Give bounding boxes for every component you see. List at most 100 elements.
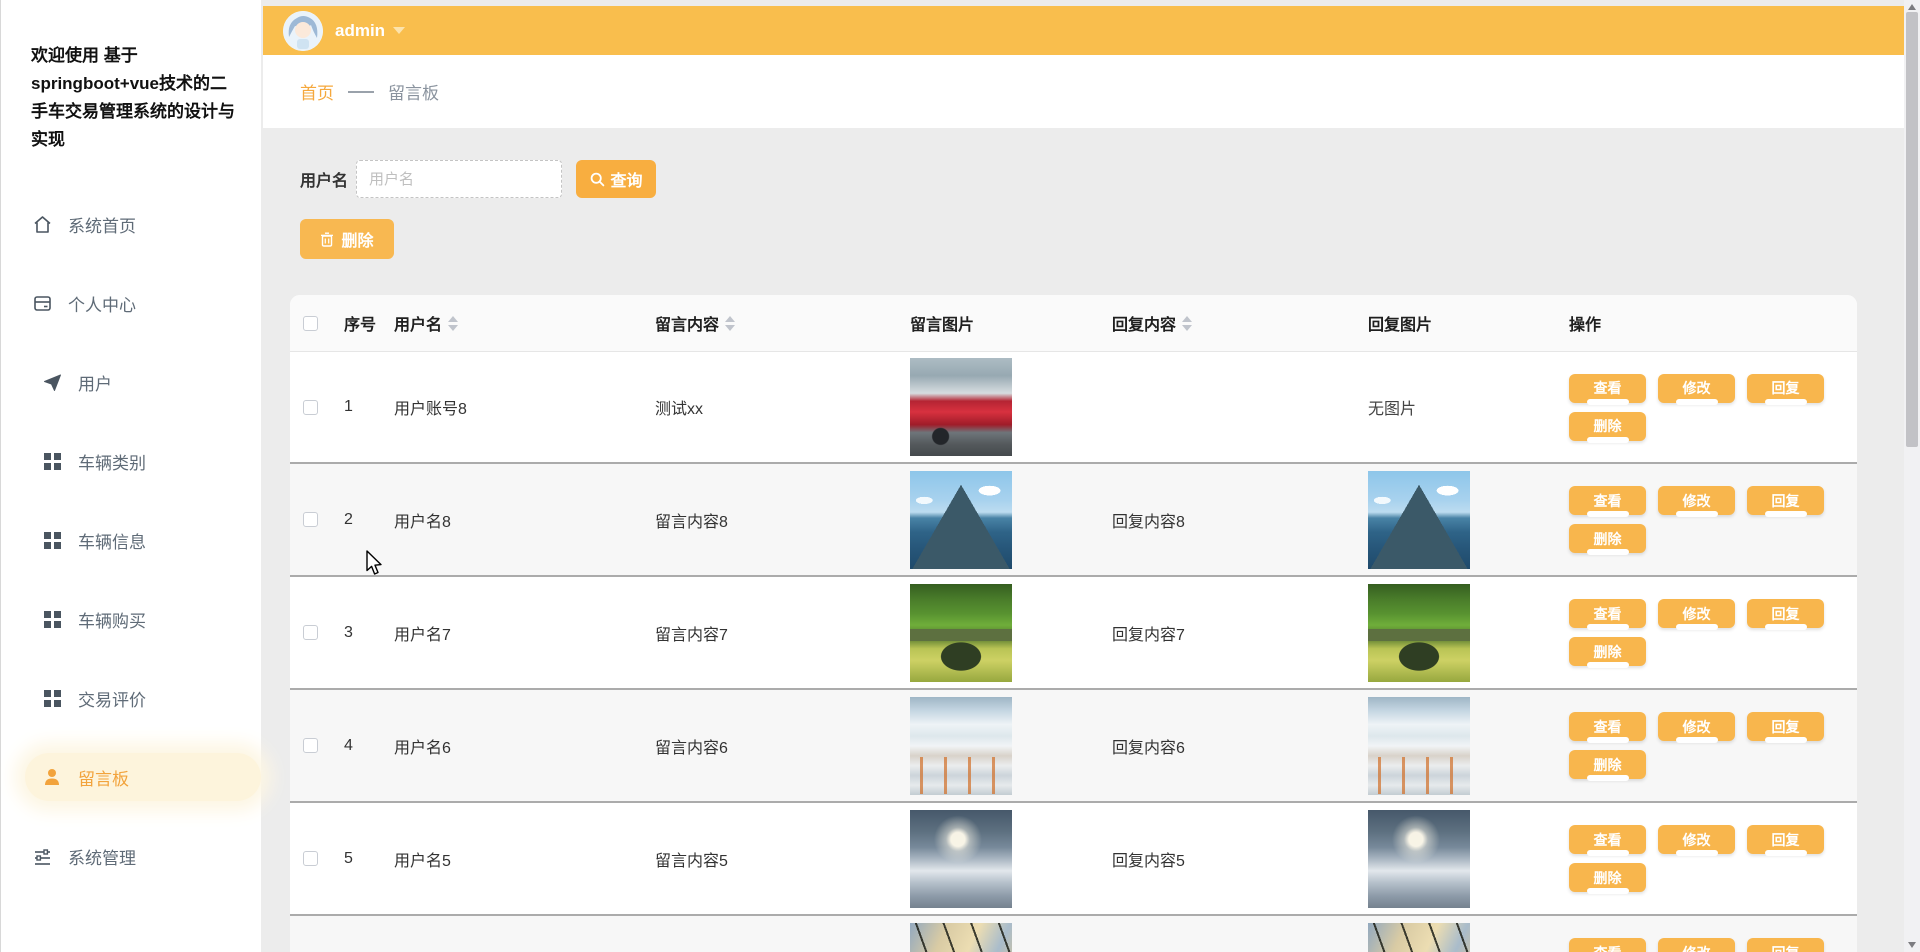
main-area: admin 首页 留言板 用户名 查询 — [261, 0, 1904, 952]
table-row: 查看修改回复删除 — [290, 914, 1857, 952]
row-message-content: 测试xx — [640, 352, 895, 462]
sidebar-item-1[interactable]: 个人中心 — [1, 279, 261, 327]
send-icon — [41, 371, 63, 393]
row-message-content: 留言内容5 — [640, 803, 895, 914]
message-image — [910, 810, 1012, 908]
username: admin — [335, 21, 385, 41]
scroll-up-icon[interactable] — [1908, 4, 1916, 10]
delete-button[interactable]: 删除 — [1569, 863, 1646, 892]
view-button[interactable]: 查看 — [1569, 825, 1646, 854]
reply-button[interactable]: 回复 — [1747, 599, 1824, 628]
sidebar-item-5[interactable]: 车辆购买 — [1, 595, 261, 643]
view-button[interactable]: 查看 — [1569, 938, 1646, 952]
edit-button[interactable]: 修改 — [1658, 374, 1735, 403]
reply-image — [1368, 584, 1470, 682]
row-checkbox[interactable] — [303, 512, 318, 527]
reply-button[interactable]: 回复 — [1747, 374, 1824, 403]
row-index: 4 — [330, 690, 380, 801]
view-button[interactable]: 查看 — [1569, 486, 1646, 515]
sidebar-item-label: 系统管理 — [68, 844, 136, 869]
scrollbar-thumb[interactable] — [1906, 12, 1918, 447]
row-message-content: 留言内容8 — [640, 464, 895, 575]
column-header: 用户名 — [380, 295, 640, 351]
reply-image — [1368, 697, 1470, 795]
sidebar-item-7[interactable]: 留言板 — [25, 753, 261, 801]
row-index — [330, 916, 380, 952]
search-label: 用户名 — [300, 167, 348, 191]
row-username: 用户名7 — [380, 577, 640, 688]
row-checkbox[interactable] — [303, 738, 318, 753]
table-row: 1用户账号8测试xx无图片查看修改回复删除 — [290, 352, 1857, 462]
breadcrumb-home[interactable]: 首页 — [300, 79, 334, 104]
table-row: 2用户名8留言内容8回复内容8查看修改回复删除 — [290, 462, 1857, 575]
delete-button[interactable]: 删除 — [1569, 637, 1646, 666]
edit-button[interactable]: 修改 — [1658, 712, 1735, 741]
row-reply-content — [1095, 352, 1355, 462]
sidebar-title: 欢迎使用 基于springboot+vue技术的二手车交易管理系统的设计与实现 — [31, 42, 235, 154]
avatar[interactable] — [283, 11, 323, 51]
row-checkbox[interactable] — [303, 400, 318, 415]
row-message-content — [640, 916, 895, 952]
row-message-content: 留言内容6 — [640, 690, 895, 801]
edit-button[interactable]: 修改 — [1658, 825, 1735, 854]
reply-button[interactable]: 回复 — [1747, 825, 1824, 854]
delete-button[interactable]: 删除 — [1569, 524, 1646, 553]
view-button[interactable]: 查看 — [1569, 374, 1646, 403]
query-button-label: 查询 — [611, 167, 643, 191]
select-all-checkbox[interactable] — [303, 316, 318, 331]
reply-button[interactable]: 回复 — [1747, 486, 1824, 515]
sidebar-item-0[interactable]: 系统首页 — [1, 200, 261, 248]
reply-image — [1368, 923, 1470, 952]
sidebar-item-4[interactable]: 车辆信息 — [1, 516, 261, 564]
user-menu[interactable]: admin — [335, 21, 405, 41]
row-reply-content — [1095, 916, 1355, 952]
breadcrumb: 首页 留言板 — [263, 55, 1904, 128]
edit-button[interactable]: 修改 — [1658, 486, 1735, 515]
sidebar-item-label: 留言板 — [78, 765, 129, 790]
row-username — [380, 916, 640, 952]
sidebar-item-label: 个人中心 — [68, 291, 136, 316]
delete-row: 删除 — [300, 219, 1904, 259]
sidebar-item-6[interactable]: 交易评价 — [1, 674, 261, 722]
breadcrumb-separator — [348, 91, 374, 93]
sort-icon[interactable] — [1182, 316, 1192, 331]
column-header: 留言内容 — [640, 295, 895, 351]
sort-icon[interactable] — [448, 316, 458, 331]
scroll-down-icon[interactable] — [1908, 942, 1916, 948]
grid-icon — [41, 608, 63, 630]
delete-button[interactable]: 删除 — [1569, 750, 1646, 779]
search-icon — [590, 172, 605, 187]
table-body: 1用户账号8测试xx无图片查看修改回复删除2用户名8留言内容8回复内容8查看修改… — [290, 352, 1857, 952]
row-checkbox[interactable] — [303, 625, 318, 640]
sidebar-item-3[interactable]: 车辆类别 — [1, 437, 261, 485]
trash-icon — [320, 232, 334, 247]
sidebar-item-2[interactable]: 用户 — [1, 358, 261, 406]
edit-button[interactable]: 修改 — [1658, 599, 1735, 628]
row-checkbox[interactable] — [303, 851, 318, 866]
reply-button[interactable]: 回复 — [1747, 712, 1824, 741]
message-image — [910, 358, 1012, 456]
table-header: 序号用户名留言内容留言图片回复内容回复图片操作 — [290, 295, 1857, 352]
vertical-scrollbar[interactable] — [1904, 0, 1920, 952]
row-message-content: 留言内容7 — [640, 577, 895, 688]
sort-icon[interactable] — [725, 316, 735, 331]
row-username: 用户名8 — [380, 464, 640, 575]
sidebar-item-label: 车辆购买 — [78, 607, 146, 632]
search-input[interactable] — [356, 160, 562, 198]
delete-button[interactable]: 删除 — [1569, 412, 1646, 441]
sidebar-item-label: 车辆类别 — [78, 449, 146, 474]
view-button[interactable]: 查看 — [1569, 712, 1646, 741]
edit-button[interactable]: 修改 — [1658, 938, 1735, 952]
bulk-delete-button[interactable]: 删除 — [300, 219, 394, 259]
sidebar-item-8[interactable]: 系统管理 — [1, 832, 261, 880]
no-image-text: 无图片 — [1368, 395, 1416, 419]
table-row: 5用户名5留言内容5回复内容5查看修改回复删除 — [290, 801, 1857, 914]
search-row: 用户名 查询 — [300, 160, 1904, 198]
table-card: 序号用户名留言内容留言图片回复内容回复图片操作 1用户账号8测试xx无图片查看修… — [290, 295, 1857, 952]
sidebar-item-label: 系统首页 — [68, 212, 136, 237]
reply-button[interactable]: 回复 — [1747, 938, 1824, 952]
view-button[interactable]: 查看 — [1569, 599, 1646, 628]
row-reply-content: 回复内容8 — [1095, 464, 1355, 575]
column-header: 操作 — [1555, 295, 1857, 351]
query-button[interactable]: 查询 — [576, 160, 656, 198]
